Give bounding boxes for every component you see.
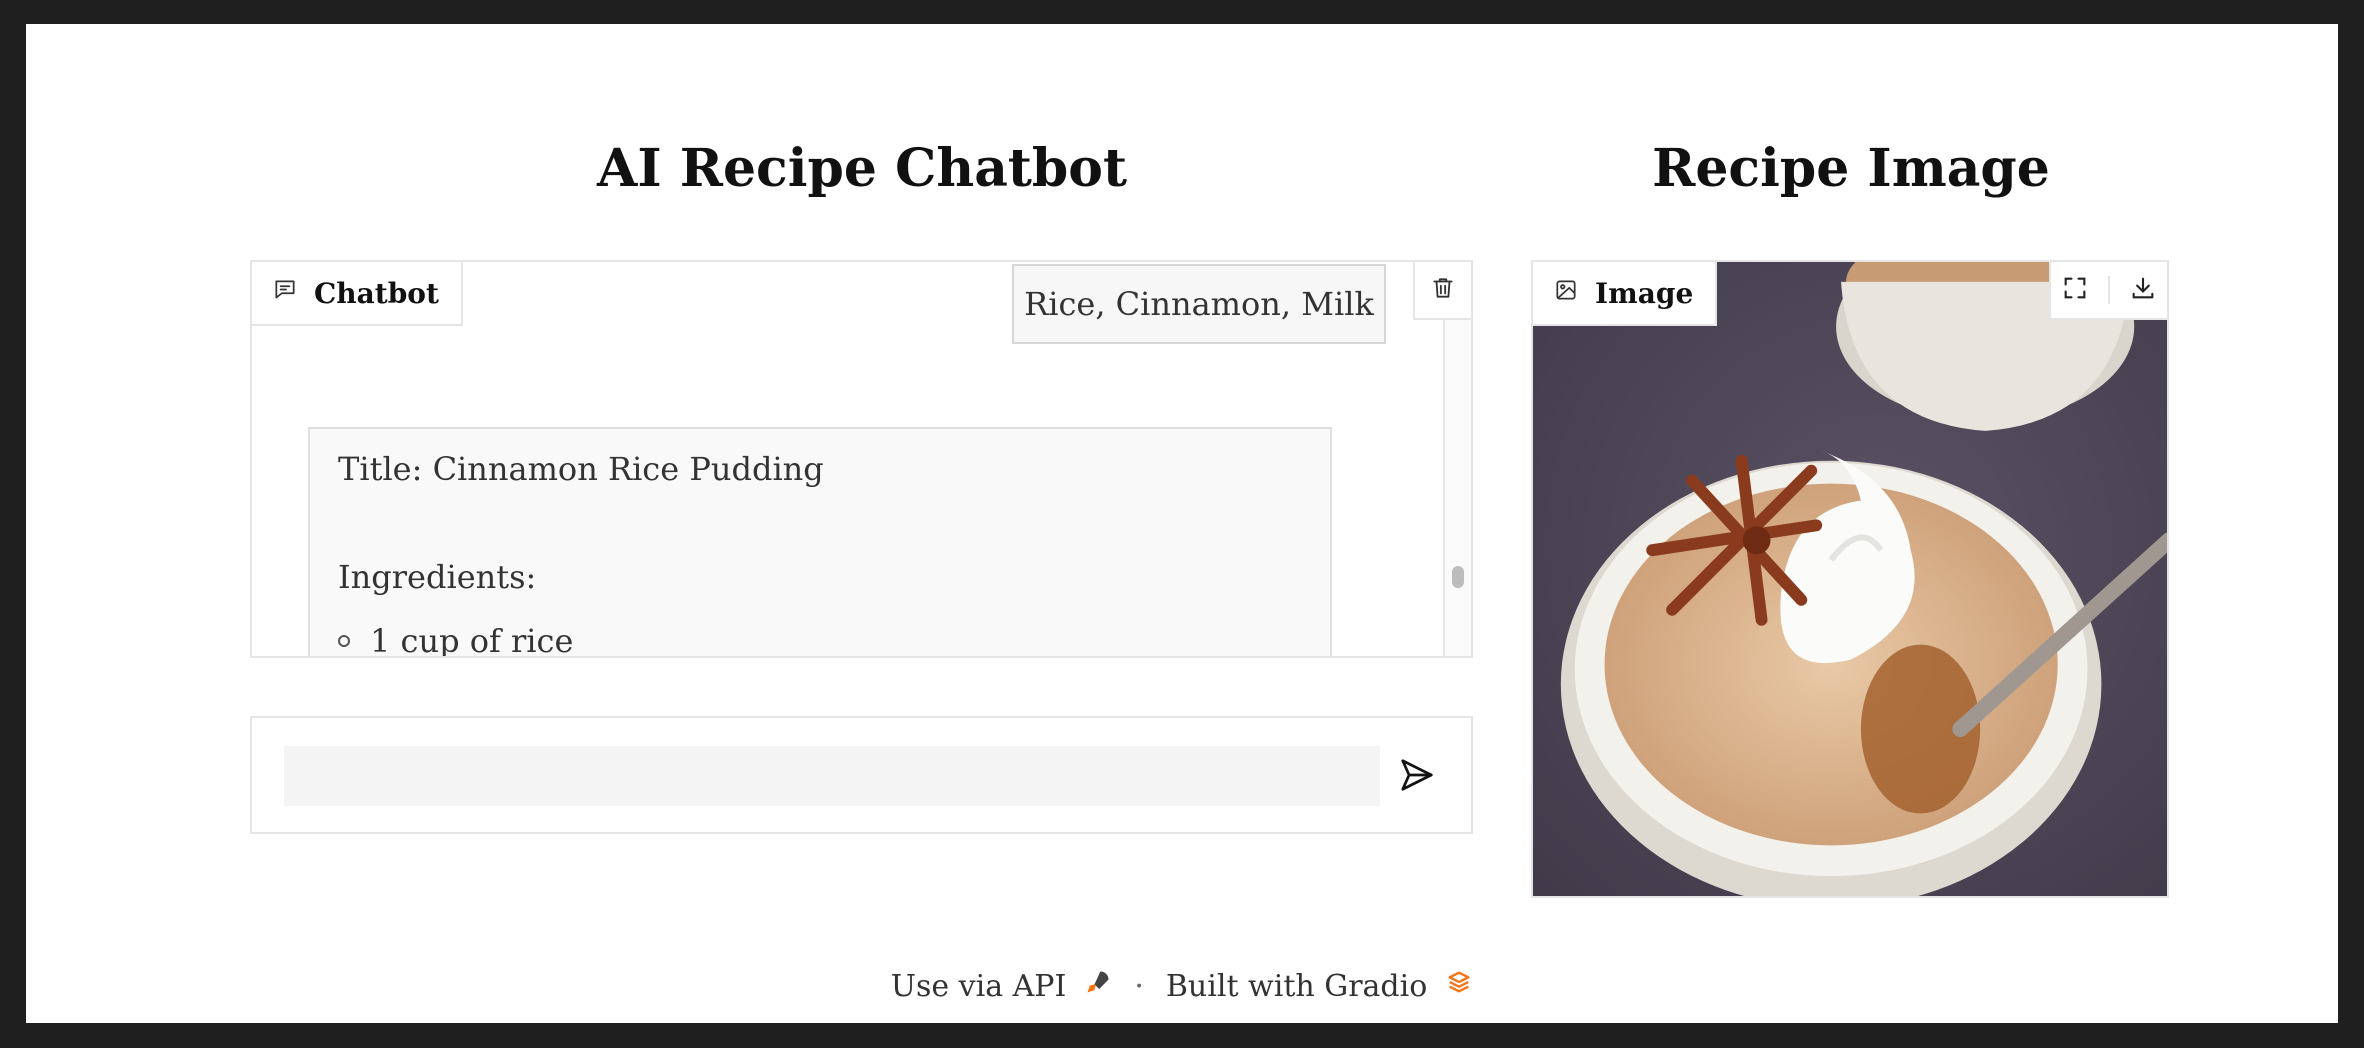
image-block-label: Image xyxy=(1533,262,1718,326)
list-item: 1 cup of rice xyxy=(338,619,1302,658)
image-toolbar xyxy=(2049,262,2167,320)
bot-message: Title: Cinnamon Rice Pudding Ingredients… xyxy=(308,427,1332,658)
page-title-chatbot: AI Recipe Chatbot xyxy=(596,138,1127,199)
download-button[interactable] xyxy=(2129,274,2157,306)
fullscreen-icon xyxy=(2064,277,2086,299)
scrollbar-thumb[interactable] xyxy=(1452,566,1464,588)
ingredient-text: 1 cup of rice xyxy=(370,622,574,658)
use-via-api-link[interactable]: Use via API xyxy=(891,969,1067,1004)
chatbot-label-text: Chatbot xyxy=(314,276,439,310)
rocket-icon xyxy=(1084,968,1112,1004)
bullet-icon xyxy=(338,635,350,647)
trash-icon xyxy=(1430,275,1456,305)
ingredients-heading: Ingredients: xyxy=(338,558,537,596)
footer-separator: · xyxy=(1134,968,1144,1004)
page-title-image: Recipe Image xyxy=(1652,138,2050,199)
chatbot-block-label: Chatbot xyxy=(252,262,463,326)
image-icon xyxy=(1553,277,1579,310)
built-with-gradio-link[interactable]: Built with Gradio xyxy=(1166,969,1427,1004)
send-button[interactable] xyxy=(1392,752,1442,802)
image-label-text: Image xyxy=(1595,276,1694,310)
gradio-logo-icon xyxy=(1445,968,1473,1004)
download-icon xyxy=(2132,277,2154,299)
recipe-image xyxy=(1533,262,2167,896)
image-panel: Image xyxy=(1531,260,2169,898)
chat-scrollbar[interactable] xyxy=(1443,320,1471,656)
message-input-panel xyxy=(250,716,1473,834)
user-message: Rice, Cinnamon, Milk xyxy=(1012,264,1386,344)
ingredients-list: 1 cup of rice xyxy=(338,619,1302,658)
chat-bubble-icon xyxy=(272,277,298,310)
fullscreen-button[interactable] xyxy=(2061,274,2089,306)
recipe-title-line: Title: Cinnamon Rice Pudding xyxy=(338,450,824,488)
message-input[interactable] xyxy=(284,746,1380,806)
api-link-text: Use via API xyxy=(890,968,1067,1004)
footer: Use via API · Built with Gradio xyxy=(26,968,2338,1004)
send-icon xyxy=(1398,756,1436,798)
gradio-link-text: Built with Gradio xyxy=(1165,968,1428,1004)
app-page: AI Recipe Chatbot Recipe Image Chatbot R… xyxy=(26,24,2338,1023)
clear-chat-button[interactable] xyxy=(1413,262,1471,320)
chatbot-panel: Chatbot Rice, Cinnamon, Milk Title: Cinn… xyxy=(250,260,1473,658)
